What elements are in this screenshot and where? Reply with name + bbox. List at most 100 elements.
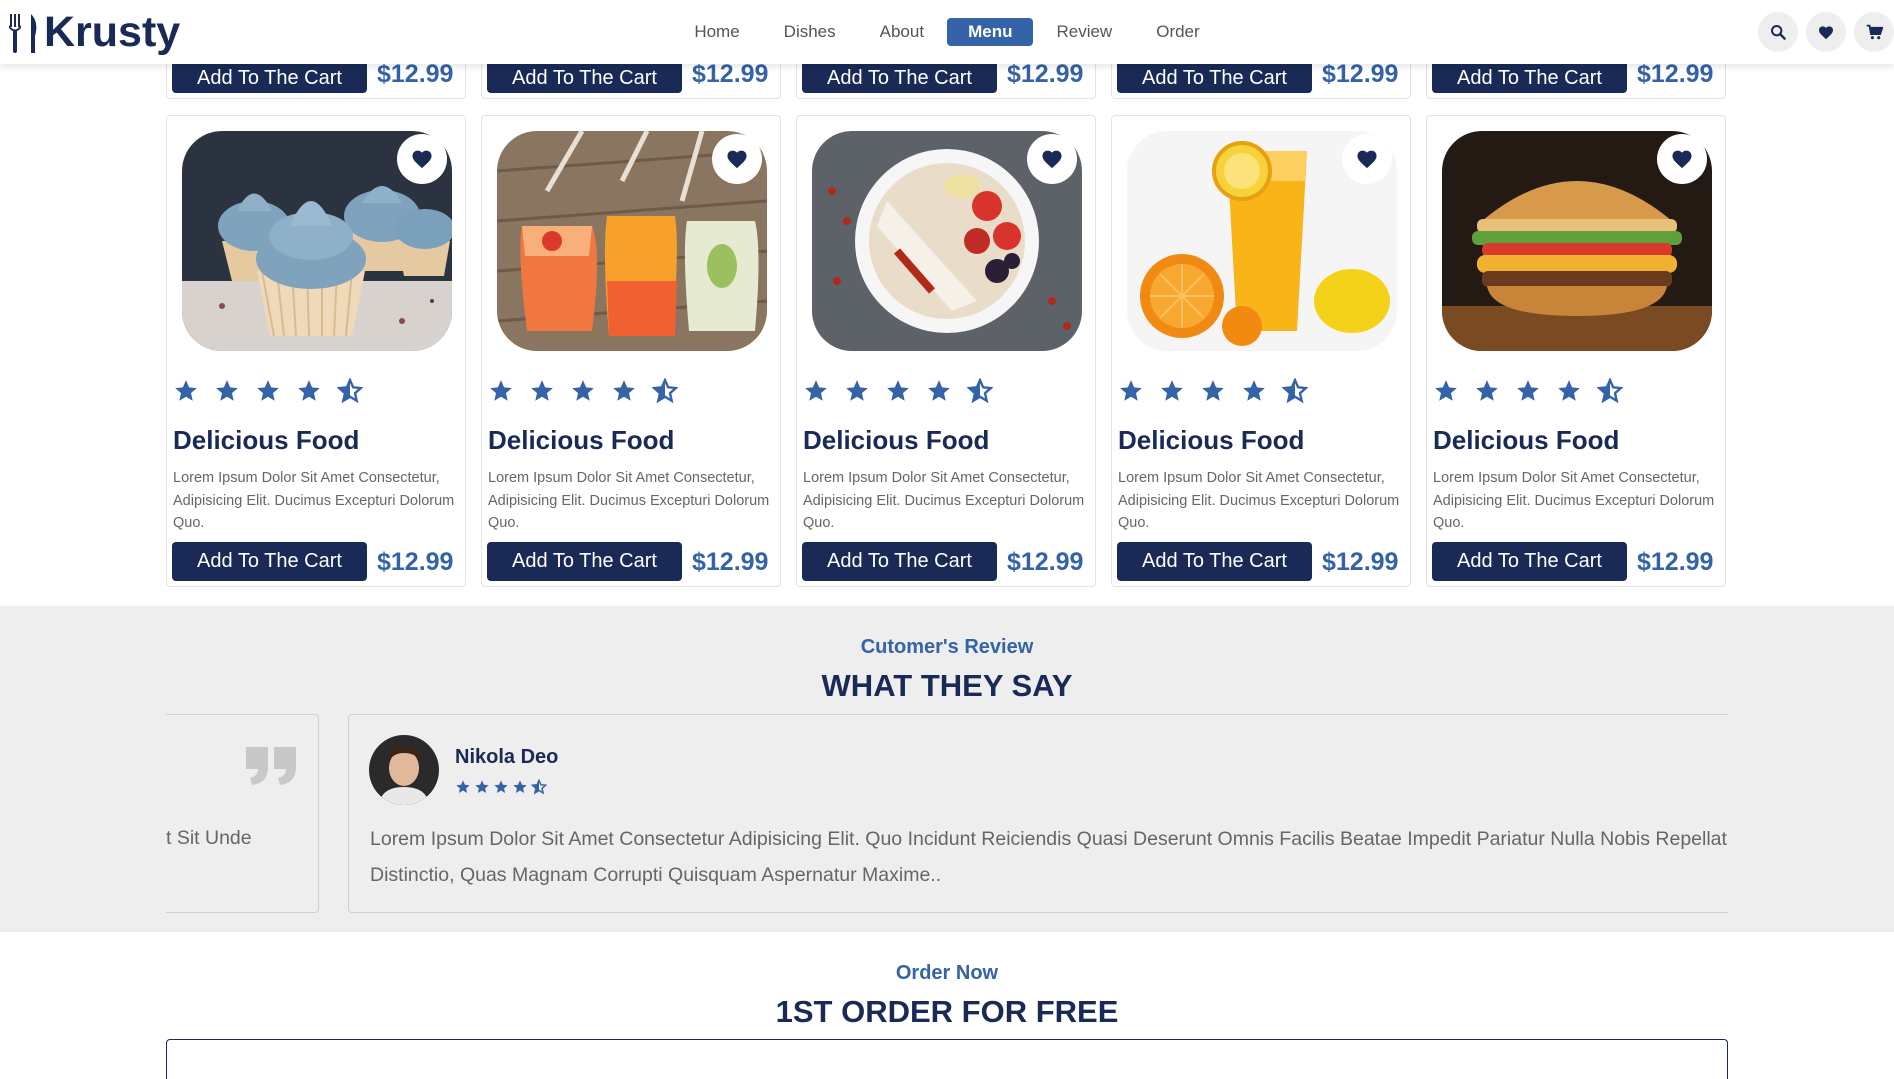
nav-review[interactable]: Review [1035, 18, 1133, 46]
review-snippet: t Sit Unde [166, 827, 252, 849]
order-subheading: Order Now [895, 962, 999, 984]
order-form [166, 1039, 1728, 1079]
review-text: Lorem Ipsum Dolor Sit Amet Consectetur A… [370, 821, 1728, 893]
star-icon [257, 380, 279, 401]
search-button[interactable] [1758, 12, 1798, 52]
star-half-icon [531, 779, 547, 795]
favorites-button[interactable] [1806, 12, 1846, 52]
rating-stars [488, 378, 678, 404]
nav-home[interactable]: Home [673, 18, 760, 46]
star-half-icon [652, 378, 678, 404]
star-icon [928, 380, 950, 401]
price: $12.99 [1637, 548, 1714, 576]
star-icon [1120, 380, 1142, 401]
star-icon [513, 780, 527, 793]
favorite-button[interactable] [712, 134, 762, 184]
menu-card-top: Add To The Cart $12.99 [796, 60, 1096, 99]
price: $12.99 [1322, 60, 1399, 88]
menu-card-top: Add To The Cart $12.99 [481, 60, 781, 99]
search-icon [1771, 25, 1786, 40]
food-description: Lorem Ipsum Dolor Sit Amet Consectetur, … [488, 470, 770, 531]
food-title: Delicious Food [173, 425, 360, 455]
star-icon [298, 380, 320, 401]
menu-section: Add To The Cart $12.99 Add To The Cart $… [0, 0, 1894, 606]
add-to-cart-button[interactable]: Add To The Cart [487, 542, 682, 581]
price: $12.99 [692, 60, 769, 88]
avatar [369, 735, 439, 805]
price: $12.99 [1322, 548, 1399, 576]
rating-stars [173, 378, 363, 404]
star-half-icon [967, 378, 993, 404]
favorite-button[interactable] [1657, 134, 1707, 184]
star-icon [846, 380, 868, 401]
nav-menu[interactable]: Menu [947, 18, 1034, 46]
menu-card: Delicious Food Lorem Ipsum Dolor Sit Ame… [481, 115, 781, 587]
add-to-cart-button[interactable]: Add To The Cart [802, 63, 997, 93]
cart-button[interactable] [1854, 12, 1894, 52]
food-title: Delicious Food [1118, 425, 1305, 455]
star-half-icon [1597, 378, 1623, 404]
review-card-previous: t Sit Unde [166, 714, 319, 913]
food-title: Delicious Food [488, 425, 675, 455]
add-to-cart-button[interactable]: Add To The Cart [487, 63, 682, 93]
rating-stars [1118, 378, 1308, 404]
food-title: Delicious Food [803, 425, 990, 455]
add-to-cart-button[interactable]: Add To The Cart [1117, 63, 1312, 93]
nav-dishes[interactable]: Dishes [763, 18, 857, 46]
price: $12.99 [1007, 60, 1084, 88]
heart-icon [727, 150, 747, 169]
star-icon [1476, 380, 1498, 401]
add-to-cart-button[interactable]: Add To The Cart [172, 542, 367, 581]
add-to-cart-button[interactable]: Add To The Cart [1432, 542, 1627, 581]
review-text-line: Lorem Ipsum Dolor Sit Amet Consectetur A… [370, 828, 1727, 850]
menu-card: Delicious Food Lorem Ipsum Dolor Sit Ame… [1111, 115, 1411, 587]
star-half-icon [1282, 378, 1308, 404]
add-to-cart-button[interactable]: Add To The Cart [1432, 63, 1627, 93]
price: $12.99 [377, 548, 454, 576]
star-icon [531, 380, 553, 401]
star-icon [1243, 380, 1265, 401]
menu-card-top: Add To The Cart $12.99 [166, 60, 466, 99]
menu-card: Delicious Food Lorem Ipsum Dolor Sit Ame… [796, 115, 1096, 587]
star-icon [494, 780, 508, 793]
menu-card: Delicious Food Lorem Ipsum Dolor Sit Ame… [1426, 115, 1726, 587]
menu-card: Delicious Food Lorem Ipsum Dolor Sit Ame… [166, 115, 466, 587]
food-description: Lorem Ipsum Dolor Sit Amet Consectetur, … [173, 470, 455, 531]
review-card: Nikola Deo Lorem Ipsum Dolor Sit Amet Co… [348, 714, 1728, 913]
favorite-button[interactable] [1342, 134, 1392, 184]
order-heading: 1ST ORDER FOR FREE [775, 994, 1119, 1029]
food-description: Lorem Ipsum Dolor Sit Amet Consectetur, … [1433, 470, 1715, 531]
cart-icon [1866, 24, 1883, 40]
rating-stars [455, 779, 547, 795]
add-to-cart-button[interactable]: Add To The Cart [1117, 542, 1312, 581]
favorite-button[interactable] [1027, 134, 1077, 184]
star-icon [456, 780, 470, 793]
menu-card-top: Add To The Cart $12.99 [1111, 60, 1411, 99]
heart-icon [1819, 25, 1833, 39]
price: $12.99 [1007, 548, 1084, 576]
star-icon [1517, 380, 1539, 401]
rating-stars [1433, 378, 1623, 404]
review-section: Cutomer's Review WHAT THEY SAY t Sit Und… [0, 606, 1894, 932]
price: $12.99 [377, 60, 454, 88]
reviewer-name: Nikola Deo [455, 746, 559, 768]
nav-order[interactable]: Order [1135, 18, 1220, 46]
quote-icon [246, 747, 296, 785]
star-icon [1435, 380, 1457, 401]
nav-about[interactable]: About [859, 18, 945, 46]
site-header: Krusty Home Dishes About Menu Review Ord… [0, 0, 1894, 64]
add-to-cart-button[interactable]: Add To The Cart [802, 542, 997, 581]
header-icons [1758, 12, 1894, 52]
star-icon [216, 380, 238, 401]
review-heading: WHAT THEY SAY [821, 668, 1073, 703]
add-to-cart-button[interactable]: Add To The Cart [172, 63, 367, 93]
star-icon [572, 380, 594, 401]
main-nav: Home Dishes About Menu Review Order [0, 18, 1894, 46]
favorite-button[interactable] [397, 134, 447, 184]
star-half-icon [337, 378, 363, 404]
star-icon [175, 380, 197, 401]
review-text-line: Distinctio, Quas Magnam Corrupti Quisqua… [370, 864, 942, 886]
star-icon [805, 380, 827, 401]
star-icon [1161, 380, 1183, 401]
food-description: Lorem Ipsum Dolor Sit Amet Consectetur, … [1118, 470, 1400, 531]
